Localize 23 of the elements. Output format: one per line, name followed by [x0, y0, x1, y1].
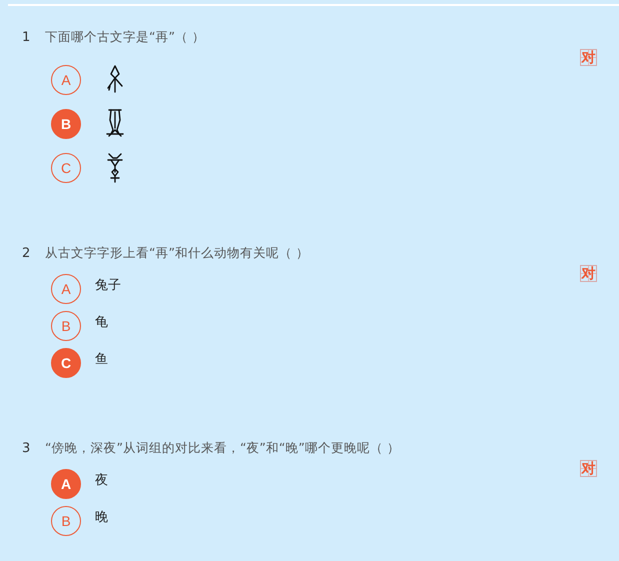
question-text: 从古文字字形上看“再”和什么动物有关呢（ ） — [45, 244, 309, 262]
option-choice[interactable]: B — [51, 311, 81, 341]
option-choice[interactable]: B — [51, 506, 81, 536]
option-choice[interactable]: A — [51, 274, 81, 304]
option-label: 鱼 — [95, 351, 108, 368]
option-label: 龟 — [95, 314, 108, 331]
option-choice[interactable]: C — [51, 348, 81, 378]
question-number: 1 — [22, 30, 32, 44]
result-mark: 对 — [580, 460, 597, 477]
result-mark: 对 — [580, 265, 597, 282]
question-number: 2 — [22, 246, 32, 260]
question-number: 3 — [22, 440, 32, 456]
option-label: 晚 — [95, 509, 108, 526]
option-label: 兔子 — [95, 277, 121, 294]
ancient-glyph-icon — [105, 152, 125, 184]
option-choice[interactable]: A — [51, 469, 81, 499]
option-label: 夜 — [95, 472, 108, 489]
option-choice[interactable]: A — [51, 65, 81, 95]
question-text: 下面哪个古文字是“再”（ ） — [45, 28, 205, 46]
question-text: “傍晚，深夜”从词组的对比来看，“夜”和“晚”哪个更晚呢（ ） — [45, 440, 400, 456]
result-mark: 对 — [580, 49, 597, 66]
option-choice[interactable]: C — [51, 153, 81, 183]
option-choice[interactable]: B — [51, 109, 81, 139]
